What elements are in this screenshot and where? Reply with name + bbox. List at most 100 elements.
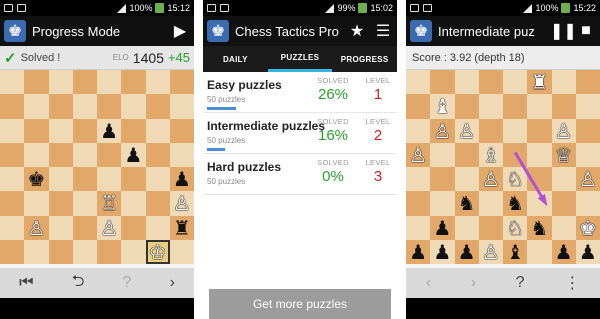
board-square[interactable] <box>575 142 600 167</box>
board-square[interactable] <box>121 239 146 264</box>
chess-piece[interactable]: ♟ <box>552 240 576 264</box>
board-square[interactable] <box>406 70 431 95</box>
board-square[interactable] <box>48 239 73 264</box>
chess-piece[interactable]: ♚ <box>576 216 600 240</box>
chess-piece[interactable]: ♟ <box>97 119 121 143</box>
board-square[interactable] <box>97 239 122 264</box>
chess-piece[interactable]: ♙ <box>170 191 194 215</box>
board-square[interactable] <box>575 118 600 143</box>
board-square[interactable] <box>527 167 552 192</box>
chess-piece[interactable]: ♙ <box>479 240 503 264</box>
app-logo-icon[interactable]: ♚ <box>207 20 229 42</box>
board-square[interactable] <box>575 191 600 216</box>
chess-piece[interactable]: ♖ <box>97 191 121 215</box>
board-square[interactable] <box>72 94 97 119</box>
chess-piece[interactable]: ♟ <box>430 216 454 240</box>
board-square[interactable] <box>430 142 455 167</box>
chess-piece[interactable]: ♘ <box>503 216 527 240</box>
board-square[interactable] <box>551 167 576 192</box>
board-square[interactable] <box>24 118 49 143</box>
board-square[interactable] <box>478 191 503 216</box>
undo-icon[interactable]: ⮌ <box>72 270 85 297</box>
board-square[interactable] <box>145 191 170 216</box>
board-square[interactable] <box>0 70 25 95</box>
board-square[interactable] <box>97 70 122 95</box>
chess-piece[interactable]: ♞ <box>527 216 551 240</box>
chess-piece[interactable]: ♙ <box>97 216 121 240</box>
board-square[interactable] <box>503 118 528 143</box>
chess-piece[interactable]: ♟ <box>121 143 145 167</box>
chess-piece[interactable]: ♙ <box>406 143 430 167</box>
board-square[interactable] <box>145 118 170 143</box>
chess-piece[interactable]: ♗ <box>479 143 503 167</box>
chess-piece[interactable]: ♟ <box>430 240 454 264</box>
board-square[interactable] <box>169 142 194 167</box>
board-square[interactable] <box>145 142 170 167</box>
board-square[interactable] <box>97 167 122 192</box>
board-square[interactable] <box>121 94 146 119</box>
chess-piece[interactable]: ♙ <box>576 167 600 191</box>
board-square[interactable] <box>48 118 73 143</box>
chess-piece[interactable]: ♙ <box>430 119 454 143</box>
board-square[interactable] <box>503 70 528 95</box>
board-square[interactable] <box>48 94 73 119</box>
board-square[interactable] <box>454 167 479 192</box>
board-square[interactable] <box>406 191 431 216</box>
board-square[interactable] <box>454 94 479 119</box>
board-square[interactable] <box>0 142 25 167</box>
chess-board[interactable]: ♜♝♙♙♙♙♗♕♙♘♙♞♞♟♘♞♚♟♟♟♙♝♟♟♛♜ <box>406 70 600 288</box>
board-square[interactable] <box>145 167 170 192</box>
board-square[interactable] <box>0 94 25 119</box>
chess-piece[interactable]: ♝ <box>430 94 454 118</box>
chess-piece[interactable]: ♟ <box>170 167 194 191</box>
board-square[interactable] <box>72 239 97 264</box>
board-square[interactable] <box>0 118 25 143</box>
board-square[interactable] <box>575 70 600 95</box>
chess-piece[interactable]: ♞ <box>503 191 527 215</box>
board-square[interactable] <box>430 70 455 95</box>
board-square[interactable] <box>97 142 122 167</box>
prev-icon[interactable]: ‹ <box>426 274 431 292</box>
chess-piece[interactable]: ♘ <box>503 167 527 191</box>
board-square[interactable] <box>430 167 455 192</box>
board-square[interactable] <box>72 191 97 216</box>
play-circle-icon[interactable]: ▶ <box>170 21 190 41</box>
board-square[interactable] <box>406 215 431 240</box>
chess-piece[interactable]: ♙ <box>24 216 48 240</box>
board-square[interactable] <box>527 191 552 216</box>
app-logo-icon[interactable]: ♚ <box>410 20 432 42</box>
board-square[interactable] <box>0 215 25 240</box>
settings-sliders-icon[interactable]: ☰ <box>373 21 393 41</box>
board-square[interactable] <box>551 191 576 216</box>
board-square[interactable] <box>0 191 25 216</box>
board-square[interactable] <box>478 215 503 240</box>
chess-piece[interactable]: ♙ <box>455 119 479 143</box>
board-square[interactable] <box>121 215 146 240</box>
board-square[interactable] <box>97 94 122 119</box>
board-square[interactable] <box>527 142 552 167</box>
chess-piece[interactable]: ♝ <box>503 240 527 264</box>
board-square[interactable] <box>72 215 97 240</box>
board-square[interactable] <box>48 215 73 240</box>
board-square[interactable] <box>503 142 528 167</box>
chess-piece[interactable]: ♜ <box>527 70 551 94</box>
board-square[interactable] <box>72 167 97 192</box>
chess-piece[interactable]: ♚ <box>24 167 48 191</box>
board-square[interactable] <box>48 142 73 167</box>
board-square[interactable] <box>503 94 528 119</box>
pause-icon[interactable]: ❚❚ <box>550 21 577 41</box>
board-square[interactable] <box>121 118 146 143</box>
board-square[interactable] <box>72 142 97 167</box>
board-square[interactable] <box>454 215 479 240</box>
board-square[interactable] <box>454 142 479 167</box>
tab-progress[interactable]: PROGRESS <box>332 46 397 72</box>
chess-piece[interactable]: ♟ <box>576 240 600 264</box>
chess-board[interactable]: ♟ ♟ ♚ ♟ ♖ ♙ ♙ ♙ ♜ ♔ <box>0 70 194 264</box>
board-square[interactable] <box>24 239 49 264</box>
chess-piece[interactable]: ♙ <box>552 119 576 143</box>
board-square[interactable] <box>0 167 25 192</box>
next-icon[interactable]: › <box>471 274 476 292</box>
stop-icon[interactable]: ■ <box>576 22 596 40</box>
puzzle-list-item[interactable]: Intermediate puzzles 50 puzzles SOLVED 1… <box>203 113 397 154</box>
board-square[interactable] <box>169 94 194 119</box>
